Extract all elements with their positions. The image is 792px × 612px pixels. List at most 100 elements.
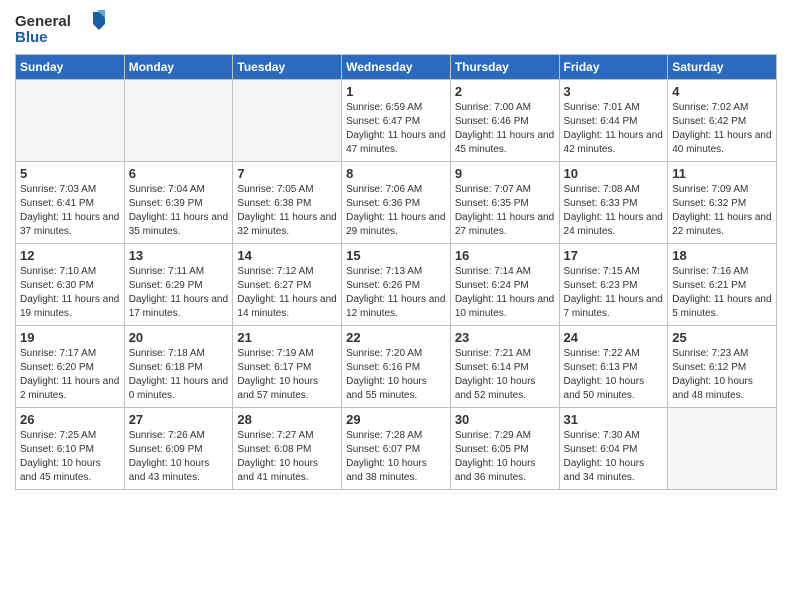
calendar-cell: 17 Sunrise: 7:15 AMSunset: 6:23 PMDayligh… <box>559 244 668 326</box>
calendar-cell: 12Sunrise: 7:10 AMSunset: 6:30 PMDayligh… <box>16 244 125 326</box>
day-info: Sunrise: 7:13 AMSunset: 6:26 PMDaylight:… <box>346 265 446 321</box>
day-number: 15 <box>346 248 446 263</box>
day-number: 18 <box>672 248 772 263</box>
calendar-cell: 15 Sunrise: 7:13 AMSunset: 6:26 PMDayligh… <box>342 244 451 326</box>
calendar-cell <box>668 408 777 490</box>
day-number: 7 <box>237 166 337 181</box>
day-info: Sunrise: 7:00 AMSunset: 6:46 PMDaylight:… <box>455 101 555 157</box>
calendar-cell: 2 Sunrise: 7:00 AMSunset: 6:46 PMDaylight… <box>450 80 559 162</box>
day-info: Sunrise: 7:01 AMSunset: 6:44 PMDaylight:… <box>564 101 664 157</box>
day-number: 27 <box>129 412 229 427</box>
calendar-cell: 11Sunrise: 7:09 AMSunset: 6:32 PMDayligh… <box>668 162 777 244</box>
day-number: 3 <box>564 84 664 99</box>
calendar-cell: 25 Sunrise: 7:23 AMSunset: 6:12 PMDayligh… <box>668 326 777 408</box>
day-info: Sunrise: 6:59 AMSunset: 6:47 PMDaylight:… <box>346 101 446 157</box>
day-number: 8 <box>346 166 446 181</box>
calendar-cell: 20 Sunrise: 7:18 AMSunset: 6:18 PMDayligh… <box>124 326 233 408</box>
calendar-cell: 30 Sunrise: 7:29 AMSunset: 6:05 PMDayligh… <box>450 408 559 490</box>
day-info: Sunrise: 7:20 AMSunset: 6:16 PMDaylight:… <box>346 347 446 403</box>
calendar-cell: 22 Sunrise: 7:20 AMSunset: 6:16 PMDayligh… <box>342 326 451 408</box>
day-info: Sunrise: 7:12 AMSunset: 6:27 PMDaylight:… <box>237 265 337 321</box>
day-info: Sunrise: 7:17 AMSunset: 6:20 PMDaylight:… <box>20 347 120 403</box>
day-number: 4 <box>672 84 772 99</box>
calendar-cell: 29 Sunrise: 7:28 AMSunset: 6:07 PMDayligh… <box>342 408 451 490</box>
calendar-cell: 3 Sunrise: 7:01 AMSunset: 6:44 PMDaylight… <box>559 80 668 162</box>
day-info: Sunrise: 7:19 AMSunset: 6:17 PMDaylight:… <box>237 347 337 403</box>
page-header: General Blue <box>15 10 777 46</box>
day-info: Sunrise: 7:04 AMSunset: 6:39 PMDaylight:… <box>129 183 229 239</box>
column-header-thursday: Thursday <box>450 55 559 80</box>
calendar-cell: 28 Sunrise: 7:27 AMSunset: 6:08 PMDayligh… <box>233 408 342 490</box>
day-number: 2 <box>455 84 555 99</box>
calendar-cell: 8 Sunrise: 7:06 AMSunset: 6:36 PMDaylight… <box>342 162 451 244</box>
day-info: Sunrise: 7:28 AMSunset: 6:07 PMDaylight:… <box>346 429 446 485</box>
calendar-cell: 31 Sunrise: 7:30 AMSunset: 6:04 PMDayligh… <box>559 408 668 490</box>
calendar-cell <box>16 80 125 162</box>
day-number: 20 <box>129 330 229 345</box>
day-number: 22 <box>346 330 446 345</box>
day-info: Sunrise: 7:06 AMSunset: 6:36 PMDaylight:… <box>346 183 446 239</box>
svg-text:Blue: Blue <box>15 29 48 46</box>
day-info: Sunrise: 7:26 AMSunset: 6:09 PMDaylight:… <box>129 429 229 485</box>
day-info: Sunrise: 7:14 AMSunset: 6:24 PMDaylight:… <box>455 265 555 321</box>
calendar-cell: 19 Sunrise: 7:17 AMSunset: 6:20 PMDayligh… <box>16 326 125 408</box>
day-info: Sunrise: 7:18 AMSunset: 6:18 PMDaylight:… <box>129 347 229 403</box>
calendar-week-row: 12Sunrise: 7:10 AMSunset: 6:30 PMDayligh… <box>16 244 777 326</box>
day-number: 28 <box>237 412 337 427</box>
calendar-week-row: 5 Sunrise: 7:03 AMSunset: 6:41 PMDaylight… <box>16 162 777 244</box>
calendar-cell: 18 Sunrise: 7:16 AMSunset: 6:21 PMDayligh… <box>668 244 777 326</box>
calendar-cell: 16 Sunrise: 7:14 AMSunset: 6:24 PMDayligh… <box>450 244 559 326</box>
day-info: Sunrise: 7:25 AMSunset: 6:10 PMDaylight:… <box>20 429 120 485</box>
calendar-cell: 7Sunrise: 7:05 AMSunset: 6:38 PMDaylight… <box>233 162 342 244</box>
calendar-week-row: 19 Sunrise: 7:17 AMSunset: 6:20 PMDayligh… <box>16 326 777 408</box>
day-number: 30 <box>455 412 555 427</box>
column-header-tuesday: Tuesday <box>233 55 342 80</box>
calendar-cell <box>233 80 342 162</box>
day-number: 23 <box>455 330 555 345</box>
day-number: 31 <box>564 412 664 427</box>
day-number: 5 <box>20 166 120 181</box>
calendar-cell: 9 Sunrise: 7:07 AMSunset: 6:35 PMDaylight… <box>450 162 559 244</box>
day-info: Sunrise: 7:16 AMSunset: 6:21 PMDaylight:… <box>672 265 772 321</box>
day-number: 9 <box>455 166 555 181</box>
day-info: Sunrise: 7:23 AMSunset: 6:12 PMDaylight:… <box>672 347 772 403</box>
column-header-friday: Friday <box>559 55 668 80</box>
column-header-wednesday: Wednesday <box>342 55 451 80</box>
day-number: 26 <box>20 412 120 427</box>
day-number: 14 <box>237 248 337 263</box>
day-number: 21 <box>237 330 337 345</box>
logo: General Blue <box>15 10 105 46</box>
day-number: 24 <box>564 330 664 345</box>
day-number: 10 <box>564 166 664 181</box>
day-number: 19 <box>20 330 120 345</box>
calendar-cell <box>124 80 233 162</box>
svg-text:General: General <box>15 13 71 30</box>
day-info: Sunrise: 7:02 AMSunset: 6:42 PMDaylight:… <box>672 101 772 157</box>
day-info: Sunrise: 7:29 AMSunset: 6:05 PMDaylight:… <box>455 429 555 485</box>
calendar-cell: 6Sunrise: 7:04 AMSunset: 6:39 PMDaylight… <box>124 162 233 244</box>
column-header-sunday: Sunday <box>16 55 125 80</box>
calendar-cell: 21 Sunrise: 7:19 AMSunset: 6:17 PMDayligh… <box>233 326 342 408</box>
day-number: 13 <box>129 248 229 263</box>
day-number: 11 <box>672 166 772 181</box>
calendar-cell: 24Sunrise: 7:22 AMSunset: 6:13 PMDayligh… <box>559 326 668 408</box>
day-info: Sunrise: 7:27 AMSunset: 6:08 PMDaylight:… <box>237 429 337 485</box>
column-header-saturday: Saturday <box>668 55 777 80</box>
day-info: Sunrise: 7:08 AMSunset: 6:33 PMDaylight:… <box>564 183 664 239</box>
calendar-week-row: 1Sunrise: 6:59 AMSunset: 6:47 PMDaylight… <box>16 80 777 162</box>
day-info: Sunrise: 7:11 AMSunset: 6:29 PMDaylight:… <box>129 265 229 321</box>
day-info: Sunrise: 7:07 AMSunset: 6:35 PMDaylight:… <box>455 183 555 239</box>
calendar-cell: 1Sunrise: 6:59 AMSunset: 6:47 PMDaylight… <box>342 80 451 162</box>
day-number: 29 <box>346 412 446 427</box>
calendar-cell: 5 Sunrise: 7:03 AMSunset: 6:41 PMDaylight… <box>16 162 125 244</box>
logo-icon: General Blue <box>15 10 105 46</box>
calendar-cell: 23 Sunrise: 7:21 AMSunset: 6:14 PMDayligh… <box>450 326 559 408</box>
day-info: Sunrise: 7:03 AMSunset: 6:41 PMDaylight:… <box>20 183 120 239</box>
day-number: 17 <box>564 248 664 263</box>
day-number: 25 <box>672 330 772 345</box>
day-info: Sunrise: 7:15 AMSunset: 6:23 PMDaylight:… <box>564 265 664 321</box>
day-info: Sunrise: 7:30 AMSunset: 6:04 PMDaylight:… <box>564 429 664 485</box>
calendar-week-row: 26 Sunrise: 7:25 AMSunset: 6:10 PMDayligh… <box>16 408 777 490</box>
day-number: 16 <box>455 248 555 263</box>
day-info: Sunrise: 7:21 AMSunset: 6:14 PMDaylight:… <box>455 347 555 403</box>
